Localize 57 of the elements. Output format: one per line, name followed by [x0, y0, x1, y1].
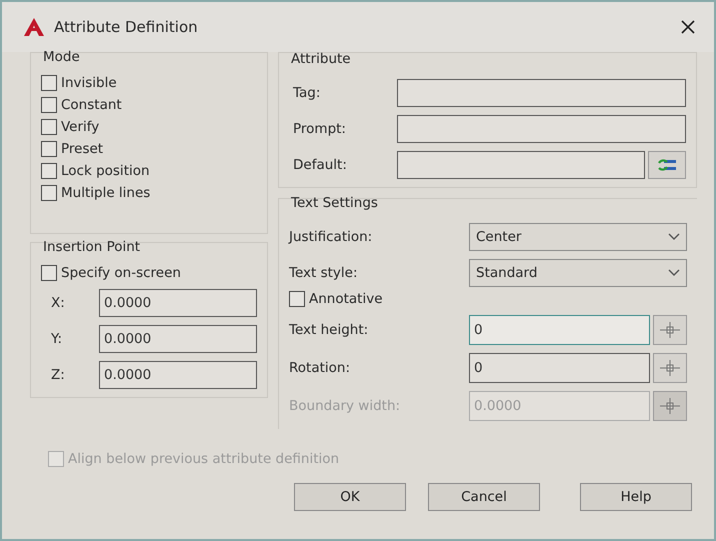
dialog-button[interactable]: OK [294, 483, 406, 511]
app-logo-icon [24, 18, 44, 36]
input-field[interactable] [397, 151, 645, 179]
group-title: Mode [42, 49, 81, 65]
caret-icon [668, 233, 680, 241]
window-title: Attribute Definition [54, 18, 199, 36]
crosshair-icon [660, 398, 680, 414]
input-field[interactable] [397, 115, 686, 143]
input-field[interactable]: 0.0000 [99, 325, 257, 353]
checkbox-label: Multiple lines [61, 185, 150, 201]
checkbox-label: Annotative [309, 291, 383, 307]
checkbox-label: Lock position [61, 163, 150, 179]
input-field[interactable]: 0.0000 [99, 289, 257, 317]
group-title: Insertion Point [42, 239, 142, 255]
field-label: Default: [292, 157, 348, 173]
pick-point-button[interactable] [653, 353, 687, 383]
field-list-icon [657, 157, 677, 173]
field-label: Prompt: [292, 121, 347, 137]
checkbox-label: Align below previous attribute definition [68, 451, 340, 467]
pick-point-button[interactable] [653, 315, 687, 345]
checkbox[interactable] [41, 265, 57, 281]
close-icon[interactable] [680, 19, 696, 35]
input-field[interactable]: 0.0000 [99, 361, 257, 389]
checkbox[interactable] [41, 75, 57, 91]
dropdown[interactable]: Center [469, 223, 687, 251]
caret-icon [668, 269, 680, 277]
checkbox[interactable] [41, 163, 57, 179]
dialog-button[interactable]: Help [580, 483, 692, 511]
checkbox[interactable] [41, 119, 57, 135]
field-label: Boundary width: [289, 398, 402, 414]
field-label: Justification: [289, 229, 374, 245]
field-label: Text style: [289, 265, 359, 281]
checkbox[interactable] [41, 97, 57, 113]
group-title: Attribute [290, 51, 352, 67]
checkbox-label: Invisible [61, 75, 117, 91]
input-field[interactable]: 0 [469, 353, 650, 383]
field-label: Y: [50, 331, 64, 347]
field-label: Z: [50, 367, 66, 383]
dialog-button[interactable]: Cancel [428, 483, 540, 511]
checkbox[interactable] [41, 185, 57, 201]
field-label: Rotation: [289, 360, 352, 376]
dropdown[interactable]: Standard [469, 259, 687, 287]
field-label: Text height: [289, 322, 370, 338]
checkbox-label: Preset [61, 141, 104, 157]
crosshair-icon [660, 360, 680, 376]
crosshair-icon [660, 322, 680, 338]
checkbox[interactable] [289, 291, 305, 307]
field-label: X: [50, 295, 66, 311]
insert-field-button[interactable] [648, 151, 686, 179]
checkbox-label: Specify on-screen [61, 265, 181, 281]
field-label: Tag: [292, 85, 322, 101]
checkbox[interactable] [41, 141, 57, 157]
checkbox-label: Constant [61, 97, 122, 113]
checkbox-label: Verify [61, 119, 100, 135]
input-field[interactable]: 0 [469, 315, 650, 345]
input-field[interactable] [397, 79, 686, 107]
group-title: Text Settings [290, 195, 379, 211]
